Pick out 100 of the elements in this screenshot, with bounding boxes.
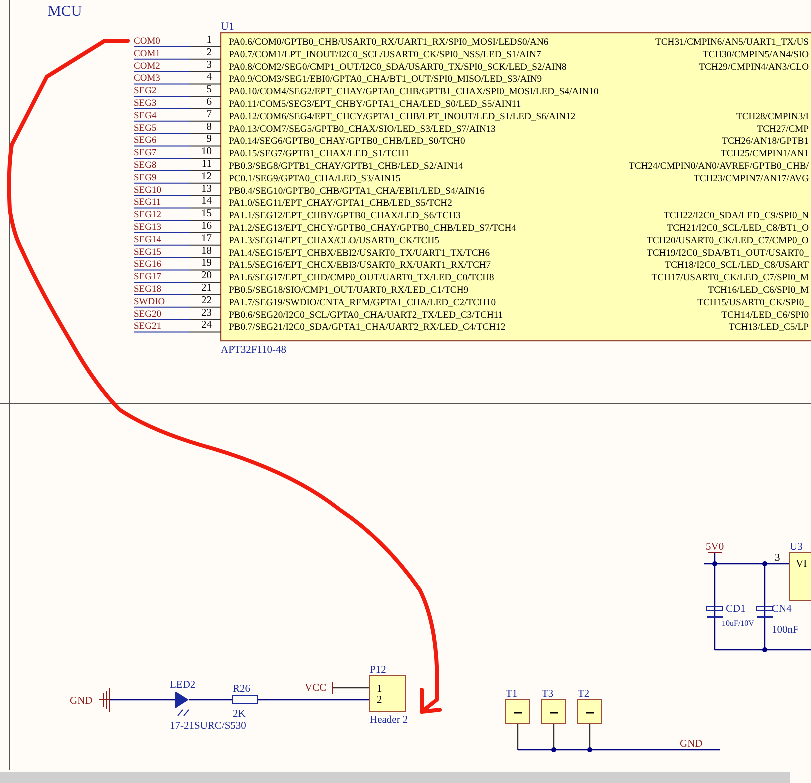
pin-line bbox=[190, 257, 222, 258]
wire bbox=[333, 687, 370, 689]
pin-line bbox=[190, 195, 222, 196]
net-label: SEG14 bbox=[134, 235, 162, 246]
pin-function-label: PB0.5/SEG18/SIO/CMP1_OUT/UART0_RX/LED_C1/TCH9 bbox=[229, 285, 469, 296]
pin-number: 24 bbox=[202, 320, 212, 332]
pin-number: 2 bbox=[377, 695, 382, 706]
pin-function-label: PA0.6/COM0/GPTB0_CHB/USART0_RX/UART1_RX/SPI0_MOSI/LEDS0/AN6 bbox=[229, 37, 549, 48]
net-label: GND bbox=[70, 696, 93, 707]
wire bbox=[134, 158, 190, 160]
pin-function-label: PA1.2/SEG13/EPT_CHCY/GPTB0_CHAY/GPTB0_CHB/LED_S7/TCH4 bbox=[229, 223, 516, 234]
pin-function-label: TCH31/CMPIN6/AN5/UART1_TX/US bbox=[656, 37, 809, 48]
pin-line bbox=[190, 146, 222, 147]
pin-number: 17 bbox=[202, 233, 212, 244]
net-label: SEG21 bbox=[134, 322, 162, 332]
wire bbox=[134, 195, 190, 196]
pin-function-label: TCH13/LED_C5/LP bbox=[729, 322, 809, 334]
led-symbol bbox=[175, 692, 190, 716]
wire bbox=[134, 232, 190, 234]
pin-function-label: PA0.13/COM7/SEG5/GPTB0_CHAX/SIO/LED_S3/LED_S7/AIN13 bbox=[229, 124, 496, 135]
capacitor-value: 100nF bbox=[772, 625, 799, 636]
net-label: SEG8 bbox=[134, 161, 157, 171]
test-point-body bbox=[578, 700, 602, 724]
pin-number: 9 bbox=[206, 134, 212, 146]
pin-line bbox=[190, 84, 222, 85]
pin-function-label: PA0.8/COM2/SEG0/CMP1_OUT/I2C0_SDA/USART0_TX/SPI0_SCK/LED_S2/AIN8 bbox=[229, 62, 567, 73]
pin-line bbox=[190, 332, 222, 333]
pin-function-label: PA1.3/SEG14/EPT_CHAX/CLO/USART0_CK/TCH5 bbox=[229, 235, 440, 246]
wire bbox=[134, 294, 190, 296]
pin-line bbox=[190, 270, 222, 271]
pin-function-label: TCH29/CMPIN4/AN3/CLO bbox=[699, 62, 809, 73]
pin-function-label: PA0.7/COM1/LPT_INOUT/I2C0_SCL/USART0_CK/SPI0_NSS/LED_S1/AIN7 bbox=[229, 49, 542, 60]
net-label: SEG20 bbox=[134, 310, 162, 320]
pin-line bbox=[190, 244, 222, 246]
pin-number: 18 bbox=[202, 246, 212, 257]
net-label: SEG18 bbox=[134, 285, 162, 295]
junction-dot bbox=[552, 748, 556, 752]
pin-function-label: PA1.7/SEG19/SWDIO/CNTA_REM/GPTA1_CHA/LED_C2/TCH10 bbox=[229, 297, 496, 308]
wire bbox=[134, 84, 190, 85]
pin-number: 8 bbox=[206, 122, 212, 133]
wire bbox=[134, 282, 190, 284]
pin-number: 3 bbox=[206, 60, 212, 71]
pin-function-label: TCH19/I2C0_SDA/BT1_OUT/USART0_ bbox=[647, 248, 809, 259]
pin-function-label: PA0.12/COM6/SEG4/EPT_CHCY/GPTA1_CHB/LPT_INOUT/LED_S1/LED_S6/AIN12 bbox=[229, 111, 576, 122]
pin-function-label: PA1.1/SEG12/EPT_CHBY/GPTB0_CHAX/LED_S6/TCH3 bbox=[229, 210, 461, 222]
net-label: SEG7 bbox=[134, 148, 157, 159]
pin-line bbox=[190, 46, 222, 48]
wire bbox=[134, 306, 190, 308]
pin-number: 12 bbox=[202, 171, 212, 182]
pin-function-label: PA1.6/SEG17/EPT_CHD/CMP0_OUT/UART0_TX/LED_C0/TCH8 bbox=[229, 272, 494, 284]
wire bbox=[134, 319, 190, 320]
net-label: VCC bbox=[305, 683, 327, 694]
pin-number: 2 bbox=[206, 47, 212, 58]
pin-line bbox=[190, 158, 222, 160]
test-point-designator: T2 bbox=[578, 689, 590, 700]
wire bbox=[134, 244, 190, 246]
net-label: SEG4 bbox=[134, 111, 157, 122]
pin-function-label: PA0.11/COM5/SEG3/EPT_CHBY/GPTA1_CHA/LED_S0/LED_S5/AIN11 bbox=[229, 99, 522, 110]
pin-function-label: PA1.0/SEG11/EPT_CHAY/GPTA1_CHB/LED_S5/TCH2 bbox=[229, 198, 452, 210]
pin-number: 14 bbox=[202, 196, 212, 208]
pin-function-label: TCH16/LED_C6/SPI0_M bbox=[708, 285, 809, 296]
net-label: SWDIO bbox=[134, 297, 166, 308]
pin-function-label: PA1.4/SEG15/EPT_CHBX/EBI2/USART0_TX/UART1_TX/TCH6 bbox=[229, 248, 490, 259]
pin-line bbox=[190, 294, 222, 296]
pin-line bbox=[190, 282, 222, 284]
pin-mark bbox=[514, 712, 522, 714]
resistor-value: 2K bbox=[233, 709, 246, 720]
wire bbox=[134, 120, 190, 122]
led-part-label: 17-21SURC/S530 bbox=[170, 721, 246, 732]
pin-number: 15 bbox=[202, 208, 212, 220]
net-label: COM3 bbox=[134, 74, 160, 84]
pin-function-label: PC0.1/SEG9/GPTA0_CHA/LED_S3/AIN15 bbox=[229, 173, 401, 184]
capacitor-symbol bbox=[756, 606, 774, 618]
pin-number: 1 bbox=[377, 684, 382, 695]
wire bbox=[134, 71, 190, 72]
net-label: SEG12 bbox=[134, 210, 162, 221]
pin-number: 6 bbox=[206, 97, 212, 108]
wire bbox=[134, 332, 190, 333]
wire bbox=[134, 220, 190, 222]
wire bbox=[134, 170, 190, 172]
pin-number: 23 bbox=[202, 308, 212, 319]
pin-function-label: TCH22/I2C0_SDA/LED_C9/SPI0_N bbox=[664, 210, 809, 222]
wire bbox=[110, 699, 176, 701]
test-point-designator: T3 bbox=[542, 689, 554, 700]
wire bbox=[134, 270, 190, 271]
pin-line bbox=[190, 133, 222, 134]
net-label: 5V0 bbox=[706, 542, 724, 553]
net-label: SEG6 bbox=[134, 136, 157, 146]
test-point-designator: T1 bbox=[506, 689, 518, 700]
pin-function-label: TCH15/USART0_CK/SPI0_ bbox=[698, 297, 809, 308]
wire bbox=[134, 257, 190, 258]
pin-function-label: TCH21/I2C0_SCL/LED_C8/BT1_O bbox=[667, 223, 809, 234]
pin-function-label: TCH20/USART0_CK/LED_C7/CMP0_O bbox=[646, 235, 809, 246]
pin-function-label: PB0.6/SEG20/I2C0_SCL/GPTA0_CHA/UART2_TX/LED_C3/TCH11 bbox=[229, 310, 504, 321]
led-designator: LED2 bbox=[170, 680, 196, 691]
net-label: SEG5 bbox=[134, 124, 157, 134]
net-label: COM0 bbox=[134, 37, 160, 47]
pin-function-label: PA0.10/COM4/SEG2/EPT_CHAY/GPTA0_CHB/GPTB1_CHAX/SPI0_MOSI/LED_S4/AIN10 bbox=[229, 86, 599, 98]
header-designator: P12 bbox=[370, 665, 386, 676]
regulator-designator: U3 bbox=[790, 542, 803, 553]
